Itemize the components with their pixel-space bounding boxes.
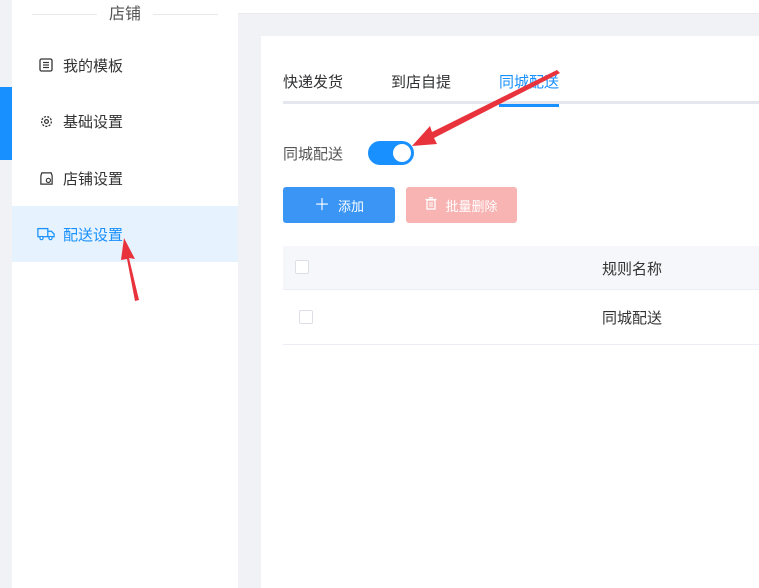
local-delivery-switch-row: 同城配送 (283, 140, 414, 166)
select-all-checkbox[interactable] (295, 260, 309, 274)
tab-store-pickup[interactable]: 到店自提 (391, 70, 451, 104)
sidebar-item-label: 基础设置 (63, 112, 124, 131)
sidebar-item-delivery-settings[interactable]: 配送设置 (12, 206, 238, 262)
truck-icon (37, 225, 55, 243)
rule-name-cell: 同城配送 (602, 309, 663, 327)
top-bar (238, 0, 759, 14)
local-delivery-toggle[interactable] (368, 141, 414, 165)
layout-gap (238, 0, 260, 588)
row-checkbox[interactable] (299, 310, 313, 324)
plus-icon: ＋ (313, 195, 330, 214)
sidebar-item-store-settings[interactable]: 店铺设置 (12, 150, 238, 206)
batch-delete-button[interactable]: 批量删除 (406, 187, 517, 223)
delivery-tabs: 快递发货 到店自提 同城配送 (283, 70, 759, 107)
sidebar-item-label: 配送设置 (63, 225, 124, 244)
sidebar-item-my-templates[interactable]: 我的模板 (12, 37, 238, 93)
switch-label: 同城配送 (283, 144, 344, 163)
tab-express-shipping[interactable]: 快递发货 (283, 70, 343, 104)
column-header-rule-name: 规则名称 (602, 260, 663, 278)
sidebar-item-basic-settings[interactable]: 基础设置 (12, 93, 238, 149)
rules-table: 规则名称 同城配送 (283, 246, 759, 345)
toggle-knob (393, 144, 411, 162)
batch-delete-label: 批量删除 (445, 199, 498, 215)
add-button-label: 添加 (338, 199, 365, 215)
gear-icon (37, 112, 55, 130)
sidebar-item-label: 我的模板 (63, 56, 124, 75)
left-accent-bar (0, 87, 12, 160)
add-button[interactable]: ＋ 添加 (283, 187, 395, 223)
table-header: 规则名称 (283, 246, 759, 290)
store-icon (37, 169, 55, 187)
sidebar: 店铺 我的模板 基础设置 店铺设置 配送设置 (12, 0, 238, 588)
trash-icon (425, 197, 437, 213)
sidebar-title: 店铺 (12, 0, 238, 28)
main-panel: 快递发货 到店自提 同城配送 同城配送 ＋ 添加 批量删除 规则名称 同城配送 (261, 36, 759, 588)
list-icon (37, 56, 55, 74)
sidebar-item-label: 店铺设置 (63, 169, 124, 188)
table-row: 同城配送 (283, 290, 759, 345)
tab-local-delivery[interactable]: 同城配送 (499, 70, 560, 107)
